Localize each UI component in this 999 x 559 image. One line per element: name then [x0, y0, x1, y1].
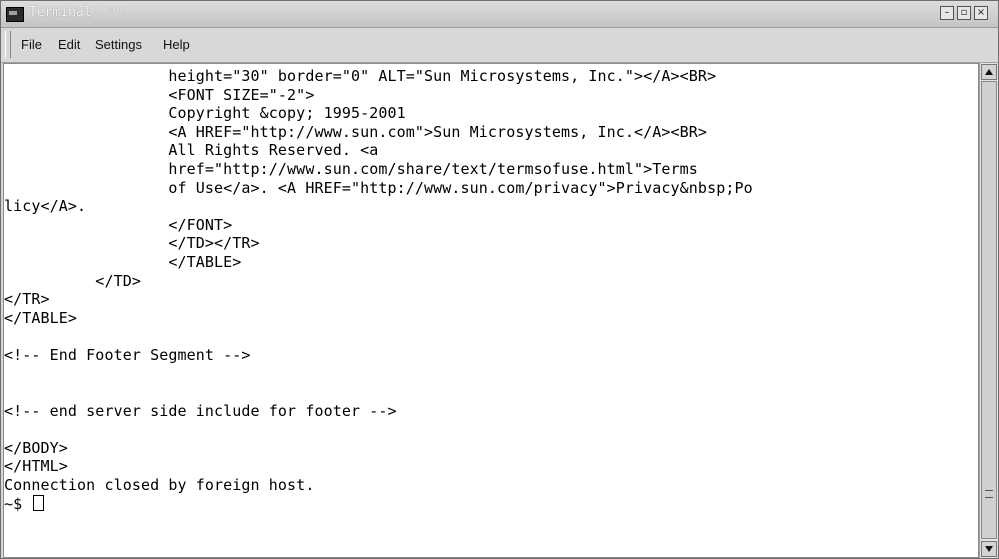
- terminal-line: Copyright &copy; 1995-2001: [4, 104, 406, 123]
- minimize-button[interactable]: –: [940, 6, 954, 20]
- maximize-button[interactable]: ▫: [957, 6, 971, 20]
- close-button[interactable]: ×: [974, 6, 988, 20]
- terminal-line: </TABLE>: [4, 252, 242, 271]
- terminal-line: All Rights Reserved. <a: [4, 141, 379, 160]
- prompt-line[interactable]: ~$: [4, 494, 753, 514]
- terminal-line: </TABLE>: [4, 308, 78, 327]
- terminal-line: <!-- End Footer Segment -->: [4, 345, 251, 364]
- terminal-line: Connection closed by foreign host.: [4, 476, 315, 495]
- terminal-line: </BODY>: [4, 438, 68, 457]
- terminal-line: licy</A>.: [4, 197, 87, 216]
- terminal-line: </TD>: [4, 271, 141, 290]
- terminal-line: href="http://www.sun.com/share/text/term…: [4, 159, 698, 178]
- terminal-app-icon[interactable]: [6, 7, 24, 22]
- terminal-line: <FONT SIZE="-2">: [4, 85, 315, 104]
- text-cursor: [33, 494, 45, 511]
- terminal-line: height="30" border="0" ALT="Sun Microsys…: [4, 67, 717, 85]
- terminal-line: <!-- end server side include for footer …: [4, 401, 397, 420]
- menu-bar: File Edit Settings Help: [1, 28, 998, 63]
- scroll-up-arrow-icon[interactable]: [981, 64, 997, 80]
- vertical-scrollbar[interactable]: [979, 63, 998, 558]
- menu-file[interactable]: File: [21, 37, 42, 52]
- terminal-line: </HTML>: [4, 457, 68, 476]
- menu-edit[interactable]: Edit: [58, 37, 80, 52]
- terminal-lines: height="30" border="0" ALT="Sun Microsys…: [4, 67, 753, 513]
- menubar-grip-handle[interactable]: [5, 31, 11, 58]
- scroll-down-arrow-icon[interactable]: [981, 541, 997, 557]
- terminal-line: of Use</a>. <A HREF="http://www.sun.com/…: [4, 178, 753, 197]
- terminal-window: Terminal ᴸ⁹ᴮⁿᵒ – ▫ × File Edit Settings …: [0, 0, 999, 559]
- menu-help[interactable]: Help: [163, 37, 190, 52]
- thumb-grip-icon: [985, 490, 993, 498]
- menu-settings[interactable]: Settings: [95, 37, 142, 52]
- terminal-line: </FONT>: [4, 215, 233, 234]
- window-title: Terminal: [29, 5, 92, 20]
- title-decoration: ᴸ⁹ᴮⁿᵒ: [107, 5, 125, 18]
- title-bar[interactable]: Terminal ᴸ⁹ᴮⁿᵒ – ▫ ×: [1, 1, 998, 28]
- terminal-output[interactable]: height="30" border="0" ALT="Sun Microsys…: [3, 63, 979, 558]
- terminal-line: </TD></TR>: [4, 234, 260, 253]
- scrollbar-thumb[interactable]: [981, 81, 997, 539]
- shell-prompt: ~$: [4, 494, 32, 513]
- terminal-line: </TR>: [4, 290, 50, 309]
- terminal-line: <A HREF="http://www.sun.com">Sun Microsy…: [4, 122, 708, 141]
